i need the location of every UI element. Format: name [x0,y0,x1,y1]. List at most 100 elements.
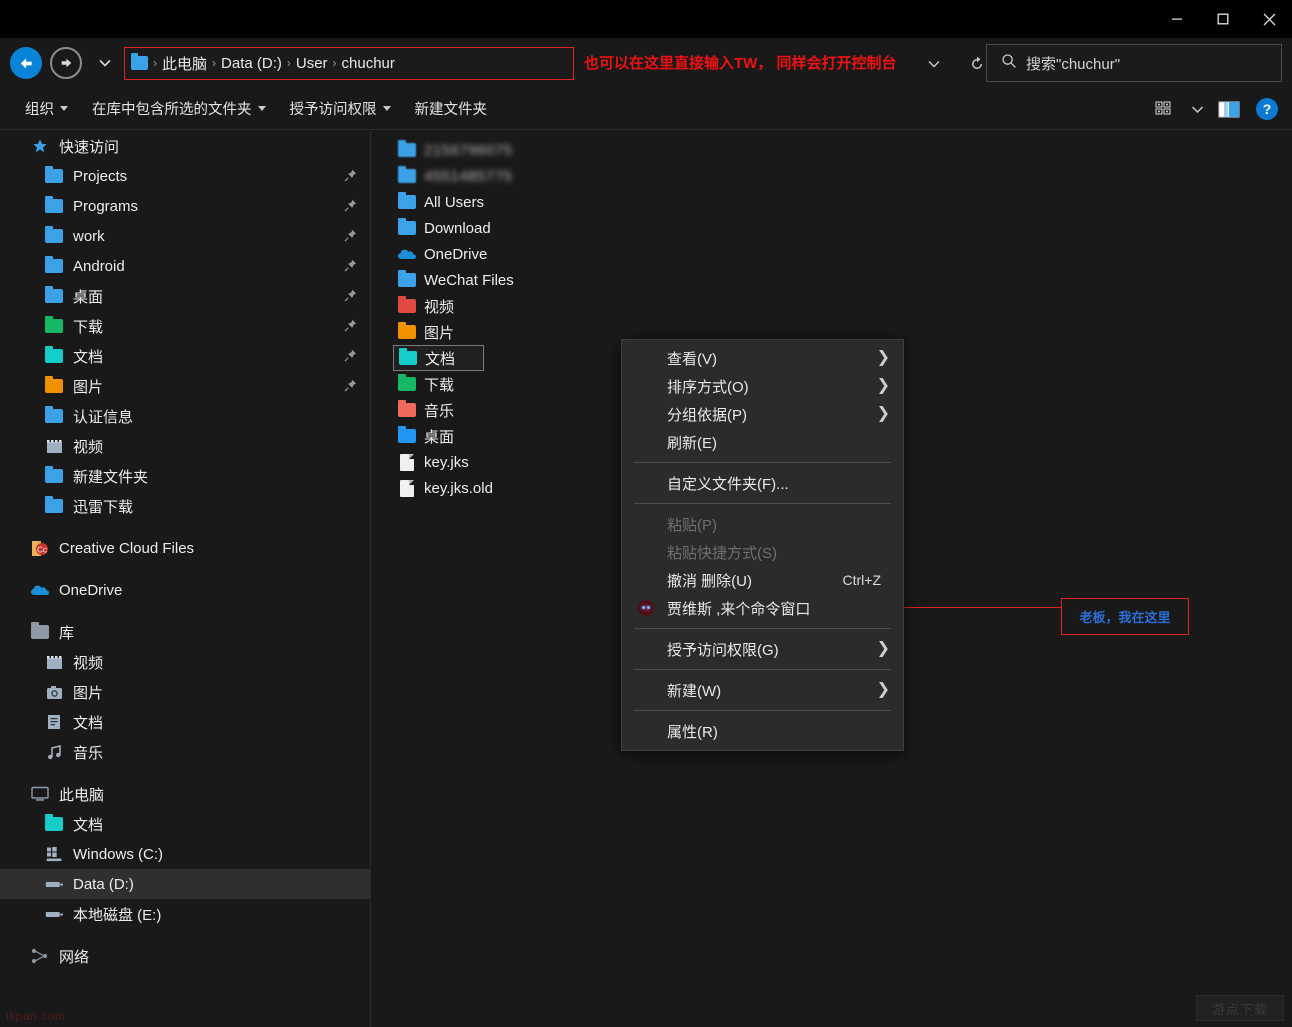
sidebar-item-视频[interactable]: 视频 [0,431,370,461]
maximize-button[interactable] [1200,0,1246,38]
breadcrumb-item-0[interactable]: 此电脑 [158,53,211,74]
folder-icon [397,400,417,419]
pin-icon[interactable] [344,289,358,303]
new-folder-button[interactable]: 新建文件夹 [406,93,497,124]
breadcrumb-item-2[interactable]: User [292,55,332,72]
sidebar-item-projects[interactable]: Projects [0,161,370,191]
sidebar-item-文档[interactable]: 文档 [0,341,370,371]
context-menu[interactable]: 查看(V) ❯ 排序方式(O) ❯ 分组依据(P) ❯ 刷新(E) 自定义文件夹(F)... 粘… [621,339,904,751]
help-icon[interactable]: ? [1250,92,1284,126]
sidebar-item-work[interactable]: work [0,221,370,251]
breadcrumb-item-1[interactable]: Data (D:) [217,55,286,72]
address-dropdown-chevron-down-icon[interactable] [919,51,949,77]
sidebar-item-音乐[interactable]: 音乐 [0,737,370,767]
back-arrow-icon[interactable] [10,47,42,79]
sidebar-group-网络[interactable]: 网络 [0,941,370,971]
file-item-all-users[interactable]: All Users [393,189,492,215]
preview-pane-icon[interactable] [1212,92,1246,126]
menu-item-授予访问权限-g-[interactable]: 授予访问权限(G) ❯ [622,635,903,663]
minimize-button[interactable] [1154,0,1200,38]
file-item-图片[interactable]: 图片 [393,319,462,345]
pin-icon[interactable] [344,349,358,363]
sidebar-item-文档[interactable]: 文档 [0,809,370,839]
menu-item-自定义文件夹-f-[interactable]: 自定义文件夹(F)... [622,469,903,497]
sidebar-item-data-d-[interactable]: Data (D:) [0,869,370,899]
pin-icon[interactable] [344,229,358,243]
sidebar-item-programs[interactable]: Programs [0,191,370,221]
file-list-row: Download [371,215,1292,241]
sidebar-item-认证信息[interactable]: 认证信息 [0,401,370,431]
sidebar-item-文档[interactable]: 文档 [0,707,370,737]
file-item-2156796075[interactable]: 2156796075 [393,137,520,163]
sidebar-group-库[interactable]: 库 [0,617,370,647]
pin-icon[interactable] [344,169,358,183]
file-item-label: Download [424,219,491,237]
sidebar-item-迅雷下载[interactable]: 迅雷下载 [0,491,370,521]
sidebar-group-此电脑[interactable]: 此电脑 [0,779,370,809]
breadcrumb[interactable]: › 此电脑 › Data (D:) › User › chuchur [124,46,574,80]
folder-icon [45,256,63,273]
file-item-download[interactable]: Download [393,215,499,241]
menu-item-撤消-删除-u-[interactable]: 撤消 删除(U) Ctrl+Z [622,566,903,594]
file-item-onedrive[interactable]: OneDrive [393,241,495,267]
sidebar-item-新建文件夹[interactable]: 新建文件夹 [0,461,370,491]
sidebar-item-视频[interactable]: 视频 [0,647,370,677]
file-item-key-jks[interactable]: key.jks [393,449,477,475]
sidebar-item-图片[interactable]: 图片 [0,677,370,707]
file-item-wechat-files[interactable]: WeChat Files [393,267,522,293]
sidebar-item-本地磁盘-e-[interactable]: 本地磁盘 (E:) [0,899,370,929]
file-item-桌面[interactable]: 桌面 [393,423,462,449]
file-item-音乐[interactable]: 音乐 [393,397,462,423]
pictures-library-icon [46,685,62,699]
file-item-文档[interactable]: 文档 [393,345,485,371]
organize-button[interactable]: 组织 [16,93,77,124]
search-input[interactable]: 搜索"chuchur" [986,44,1282,82]
menu-item-属性-r-[interactable]: 属性(R) [622,717,903,745]
menu-item-贾维斯-来个命令窗口[interactable]: 贾维斯 ,来个命令窗口 [622,594,903,622]
sidebar-group-快速访问[interactable]: 快速访问 [0,131,370,161]
view-options-chevron-down-icon[interactable] [1186,92,1208,126]
sidebar-item-windows-c-[interactable]: Windows (C:) [0,839,370,869]
nav-group-gap [0,563,370,575]
menu-separator [634,503,891,504]
breadcrumb-item-3[interactable]: chuchur [338,55,399,72]
menu-item-label: 撤消 删除(U) [667,572,752,590]
menu-item-label: 查看(V) [667,350,717,368]
menu-item-分组依据-p-[interactable]: 分组依据(P) ❯ [622,400,903,428]
sidebar-item-creative-cloud-files[interactable]: Cc Creative Cloud Files [0,533,370,563]
include-in-library-button[interactable]: 在库中包含所选的文件夹 [83,93,275,124]
sidebar-item-图片[interactable]: 图片 [0,371,370,401]
menu-item-刷新-e-[interactable]: 刷新(E) [622,428,903,456]
menu-item-label: 粘贴快捷方式(S) [667,544,777,562]
view-options-icon[interactable] [1148,92,1182,126]
menu-item-查看-v-[interactable]: 查看(V) ❯ [622,344,903,372]
file-item-key-jks-old[interactable]: key.jks.old [393,475,501,501]
folder-icon [398,348,418,367]
pin-icon[interactable] [344,319,358,333]
sidebar-item-onedrive[interactable]: OneDrive [0,575,370,605]
file-item-视频[interactable]: 视频 [393,293,462,319]
menu-item-新建-w-[interactable]: 新建(W) ❯ [622,676,903,704]
sidebar-item-下载[interactable]: 下载 [0,311,370,341]
chevron-down-icon [60,106,68,111]
sidebar-group-label: 库 [59,624,75,642]
sidebar-item-桌面[interactable]: 桌面 [0,281,370,311]
pin-icon[interactable] [344,259,358,273]
folder-icon [44,166,64,186]
menu-item-label: 排序方式(O) [667,378,749,396]
grant-access-button[interactable]: 授予访问权限 [281,93,400,124]
folder-icon [397,166,417,185]
onedrive-cloud-icon [398,249,416,259]
pin-icon[interactable] [344,379,358,393]
file-item-4551485775[interactable]: 4551485775 [393,163,520,189]
recent-locations-chevron-down-icon[interactable] [94,48,116,78]
folder-icon [397,270,417,289]
navigation-pane[interactable]: 快速访问 Projects Programs work Android 桌面 下载 文档 图片认… [0,131,371,1027]
forward-arrow-icon[interactable] [50,47,82,79]
sidebar-item-android[interactable]: Android [0,251,370,281]
menu-item-排序方式-o-[interactable]: 排序方式(O) ❯ [622,372,903,400]
file-item-下载[interactable]: 下载 [393,371,462,397]
address-bar[interactable]: › 此电脑 › Data (D:) › User › chuchur 也可以在这… [124,46,982,80]
pin-icon[interactable] [344,199,358,213]
close-button[interactable] [1246,0,1292,38]
